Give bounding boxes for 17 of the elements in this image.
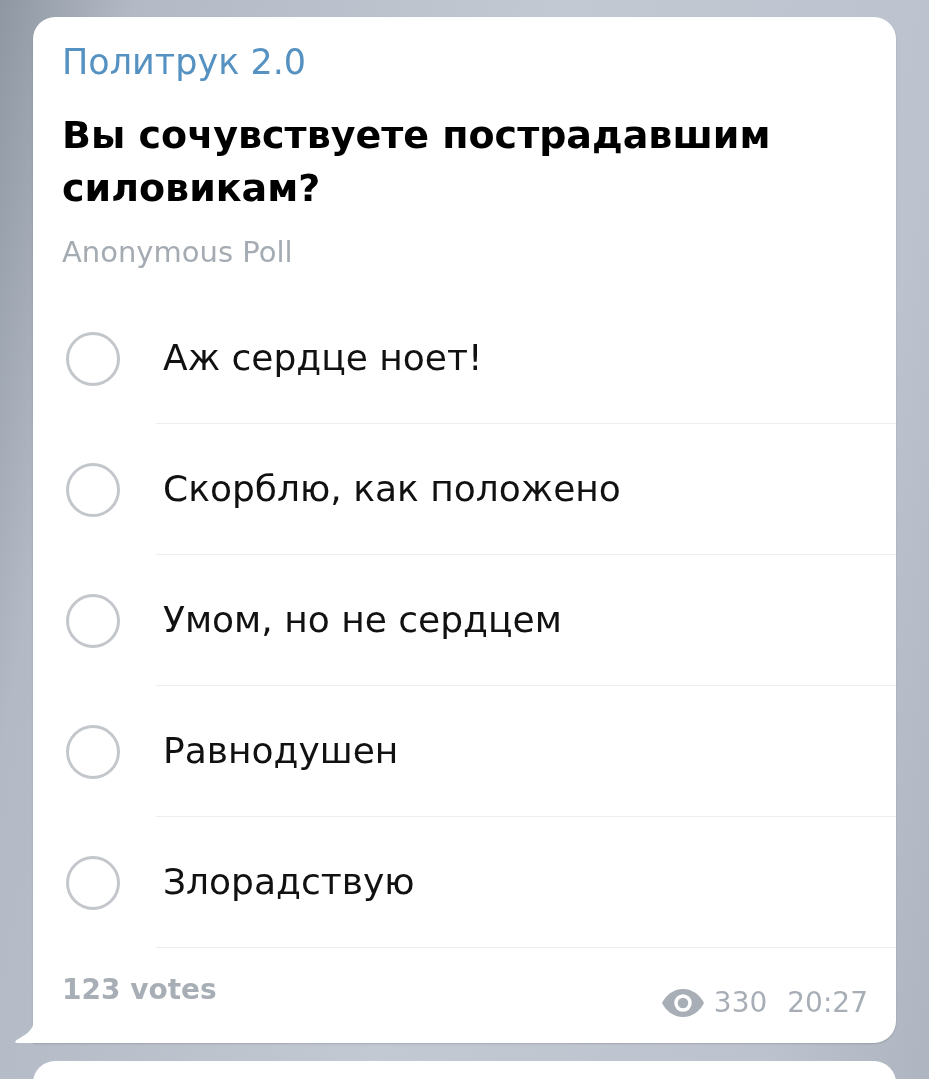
channel-name: Политрук 2.0 (61, 41, 308, 83)
radio-button[interactable] (66, 724, 120, 779)
views-eye-icon (661, 989, 704, 1017)
vote-count: 123 votes (62, 972, 217, 1008)
option-label[interactable]: Умом, но не сердцем (163, 598, 562, 642)
message-time: 20:27 (787, 985, 868, 1021)
option-label[interactable]: Злорадствую (163, 860, 415, 904)
option-label[interactable]: Аж сердце ноет! (163, 336, 483, 380)
radio-button[interactable] (66, 462, 120, 517)
option-label[interactable]: Скорблю, как положено (163, 467, 621, 511)
radio-button[interactable] (66, 331, 120, 386)
radio-button[interactable] (66, 855, 120, 910)
radio-button[interactable] (66, 593, 120, 648)
poll-type-label: Anonymous Poll (61, 234, 294, 270)
option-label[interactable]: Равнодушен (163, 729, 399, 773)
poll-question: Вы сочувствуете пострадавшим силовикам? (61, 112, 772, 212)
view-count: 330 (713, 985, 768, 1021)
